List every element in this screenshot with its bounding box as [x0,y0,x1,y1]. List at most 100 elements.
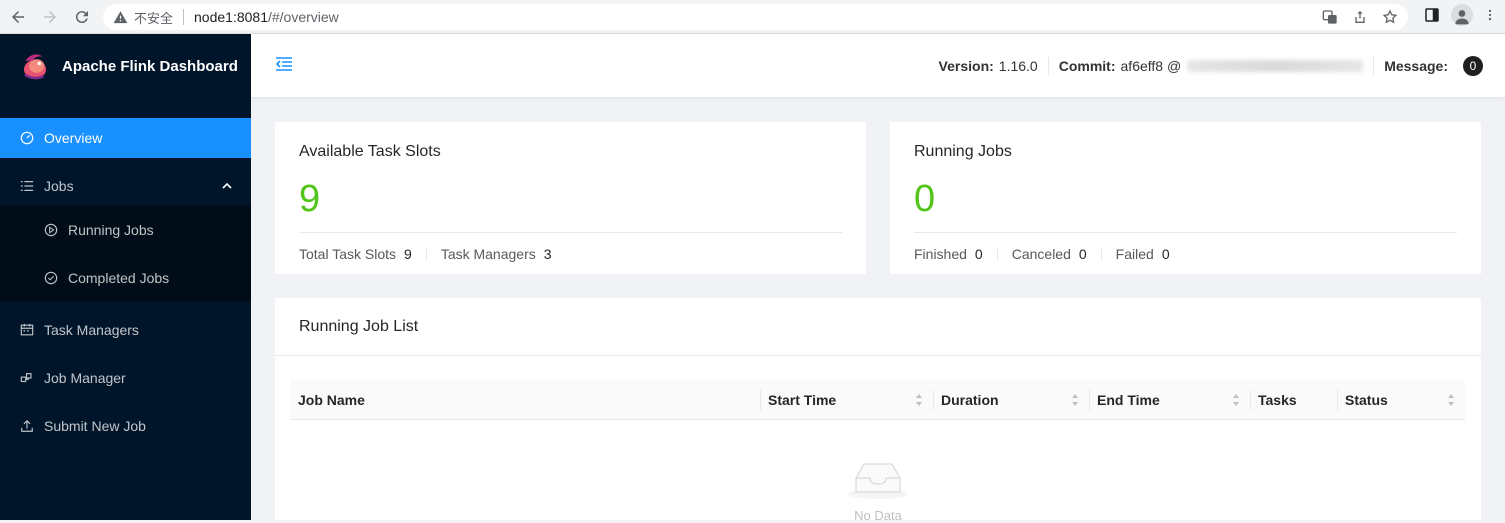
url-path: /#/overview [267,9,339,25]
sort-icon[interactable] [1232,393,1240,407]
brand[interactable]: Apache Flink Dashboard [0,34,251,98]
column-label: End Time [1097,392,1160,408]
chevron-up-icon [222,182,232,189]
warning-icon [113,10,128,23]
star-icon[interactable] [1382,9,1398,25]
header-info: Version: 1.16.0 Commit: af6eff8 @ Messag… [929,34,1493,97]
column-label: Status [1345,392,1388,408]
stat-value: 3 [543,245,552,262]
dashboard-icon [20,131,34,145]
arrow-left-icon [12,10,24,23]
sidebar-item-running-jobs[interactable]: Running Jobs [0,206,251,254]
sort-icon[interactable] [1447,393,1455,407]
translate-icon[interactable] [1322,9,1338,25]
card-title: Available Task Slots [299,143,441,160]
column-label: Tasks [1258,392,1297,408]
sidebar-item-completed-jobs[interactable]: Completed Jobs [0,254,251,302]
side-menu: Overview Jobs Running Jobs Completed Job… [0,118,251,446]
stat-label: Task Managers [440,245,536,262]
column-label: Start Time [768,392,837,408]
menu-fold-icon[interactable] [275,56,293,72]
person-icon [1455,10,1469,25]
running-jobs-card: Running Jobs 0 Finished 0 Canceled 0 Fai… [890,122,1481,274]
sidebar: Apache Flink Dashboard Overview Jobs Run… [0,34,251,520]
version-label: Version: [938,57,994,74]
stat-label: Finished [914,245,967,262]
empty-text: No Data [854,508,902,523]
stat-value: 0 [1161,245,1170,262]
arrow-right-icon [44,10,56,23]
sidebar-item-label: Overview [44,130,103,146]
sidebar-item-label: Task Managers [44,322,139,338]
stat-value: 0 [974,245,983,262]
cluster-icon [20,371,34,385]
running-jobs-value: 0 [914,178,936,220]
sidebar-item-submit-new-job[interactable]: Submit New Job [0,406,251,446]
divider [996,246,998,261]
sidebar-item-overview[interactable]: Overview [0,118,251,158]
sidebar-item-label: Submit New Job [44,418,146,434]
sidebar-item-label: Running Jobs [68,222,154,238]
app-title: Apache Flink Dashboard [62,57,238,75]
share-icon[interactable] [1352,9,1368,25]
forward-button[interactable] [36,3,64,31]
browser-toolbar: 不安全 node1:8081/#/overview [0,0,1505,34]
schedule-icon [20,323,34,337]
version-value: 1.16.0 [998,57,1038,74]
sidebar-item-label: Job Manager [44,370,126,386]
available-slots-value: 9 [299,178,321,220]
empty-inbox-icon [848,463,908,499]
failed-count: Failed 0 [1116,246,1170,262]
message-info[interactable]: Message: 0 [1373,55,1493,76]
sidebar-item-task-managers[interactable]: Task Managers [0,310,251,350]
card-title: Running Jobs [914,143,1012,160]
commit-date-redacted [1187,59,1364,72]
list-icon [20,179,34,193]
column-start-time[interactable]: Start Time [760,380,933,420]
message-count-badge[interactable]: 0 [1463,55,1483,76]
commit-value: af6eff8 @ [1120,57,1182,74]
empty-state: No Data [275,458,1481,523]
profile-avatar[interactable] [1451,4,1473,26]
column-job-name[interactable]: Job Name [290,380,760,420]
sidebar-item-label: Jobs [44,178,74,194]
table-header: Job Name Start Time Duration End Time Ta… [290,380,1465,420]
divider [425,246,427,261]
card-title: Running Job List [275,298,1481,356]
finished-count: Finished 0 [914,246,983,262]
check-circle-icon [44,271,58,285]
column-end-time[interactable]: End Time [1089,380,1250,420]
stat-value: 0 [1078,245,1087,262]
column-label: Job Name [298,392,365,408]
address-divider [183,9,185,25]
canceled-count: Canceled 0 [1012,246,1087,262]
top-header: Version: 1.16.0 Commit: af6eff8 @ Messag… [251,34,1505,97]
back-button[interactable] [4,3,32,31]
column-duration[interactable]: Duration [933,380,1089,420]
column-tasks[interactable]: Tasks [1250,380,1337,420]
total-task-slots: Total Task Slots 9 [299,246,412,262]
url-host: node1:8081 [194,9,268,25]
stat-value: 9 [404,245,412,262]
more-vert-icon[interactable] [1483,6,1497,24]
address-bar[interactable]: 不安全 node1:8081/#/overview [103,4,1408,30]
stat-label: Failed [1115,245,1154,262]
column-status[interactable]: Status [1337,380,1465,420]
sort-icon[interactable] [915,393,923,407]
reload-icon [75,10,88,23]
sort-icon[interactable] [1071,393,1079,407]
sidebar-item-label: Completed Jobs [68,270,170,286]
version-info: Version: 1.16.0 [929,57,1048,75]
sidebar-item-jobs[interactable]: Jobs [0,166,251,206]
play-circle-icon [44,223,58,237]
security-label: 不安全 [134,10,174,26]
task-slots-card: Available Task Slots 9 Total Task Slots … [275,122,866,274]
flink-logo-icon [23,54,47,80]
message-label: Message: [1384,57,1448,74]
side-panel-icon[interactable] [1423,6,1441,24]
sidebar-item-job-manager[interactable]: Job Manager [0,358,251,398]
commit-label: Commit: [1058,57,1116,74]
task-managers-count: Task Managers 3 [441,246,552,262]
jobs-submenu: Running Jobs Completed Jobs [0,206,251,302]
reload-button[interactable] [68,3,96,31]
